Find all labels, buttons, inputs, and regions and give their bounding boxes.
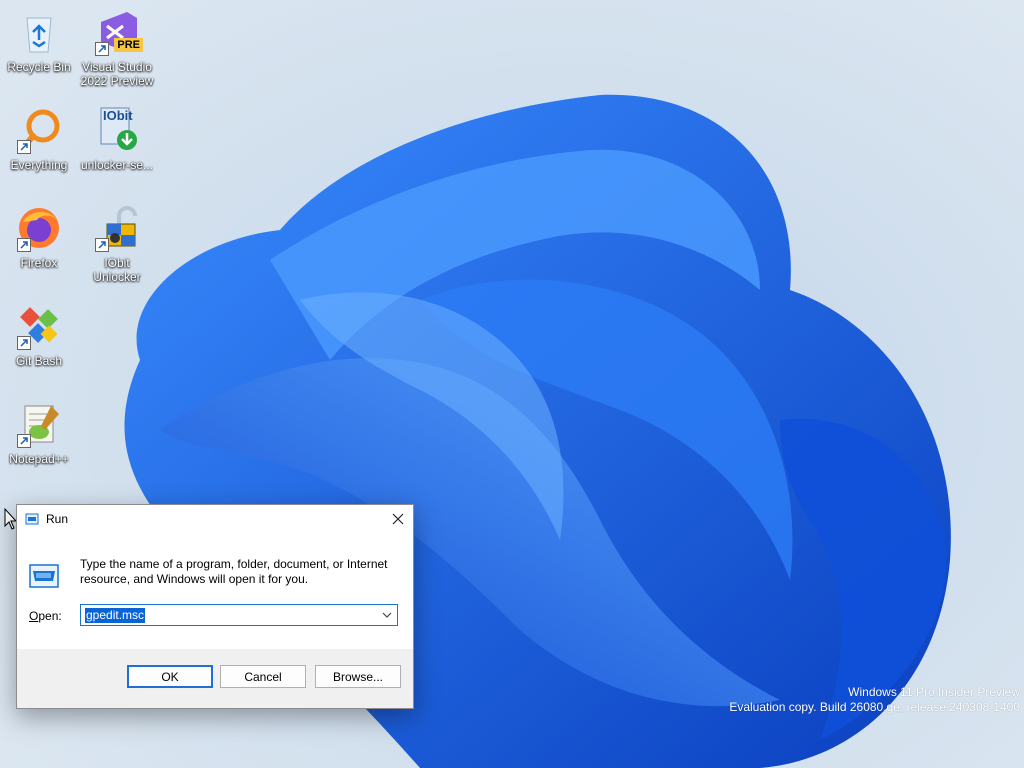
- ok-button[interactable]: OK: [127, 665, 213, 688]
- padlock-icon: [93, 204, 141, 252]
- open-combobox[interactable]: gpedit.msc: [80, 604, 398, 626]
- desktop-icon-label: unlocker-se...: [80, 158, 154, 172]
- visual-studio-icon: PRE: [93, 8, 143, 56]
- everything-search-icon: [15, 106, 63, 154]
- iobit-installer-icon: IObit: [93, 106, 141, 154]
- desktop-icon-visual-studio[interactable]: PRE Visual Studio 2022 Preview: [79, 8, 155, 88]
- browse-button[interactable]: Browse...: [315, 665, 401, 688]
- cancel-button[interactable]: Cancel: [220, 665, 306, 688]
- run-app-icon: [25, 513, 39, 525]
- shortcut-arrow-icon: [95, 238, 109, 252]
- shortcut-arrow-icon: [17, 238, 31, 252]
- desktop-icon-recycle-bin[interactable]: Recycle Bin: [1, 8, 77, 74]
- desktop-icon-git-bash[interactable]: Git Bash: [1, 302, 77, 368]
- desktop-icon-label: Notepad++: [9, 452, 69, 466]
- desktop-icon-everything[interactable]: Everything: [1, 106, 77, 172]
- watermark-line-2: Evaluation copy. Build 26080.ge_release.…: [729, 700, 1020, 714]
- shortcut-arrow-icon: [17, 140, 31, 154]
- open-label: Open:: [29, 609, 62, 623]
- desktop-icon-label: Recycle Bin: [7, 60, 71, 74]
- desktop-icon-firefox[interactable]: Firefox: [1, 204, 77, 270]
- git-bash-icon: [15, 302, 63, 350]
- firefox-icon: [15, 204, 63, 252]
- evaluation-watermark: Windows 11 Pro Insider Preview Evaluatio…: [729, 685, 1020, 715]
- open-input-value[interactable]: gpedit.msc: [85, 608, 146, 623]
- shortcut-arrow-icon: [95, 42, 109, 56]
- browse-button-label: Browse...: [332, 669, 383, 684]
- close-button[interactable]: [383, 505, 413, 533]
- title-bar[interactable]: Run: [17, 505, 413, 533]
- shortcut-arrow-icon: [17, 434, 31, 448]
- run-dialog: Run Type the name of a program, folder, …: [16, 504, 414, 709]
- desktop-icon-label: IObit Unlocker: [93, 256, 141, 284]
- pre-badge: PRE: [114, 38, 143, 52]
- dialog-title: Run: [46, 512, 69, 526]
- dialog-body: Type the name of a program, folder, docu…: [17, 533, 413, 649]
- desktop-icon-unlocker-setup[interactable]: IObit unlocker-se...: [79, 106, 155, 172]
- desktop-icon-label: Visual Studio 2022 Preview: [80, 60, 154, 88]
- open-label-rest: pen:: [38, 609, 62, 623]
- desktop-icon-label: Everything: [10, 158, 68, 172]
- watermark-line-1: Windows 11 Pro Insider Preview: [848, 685, 1020, 699]
- dialog-button-row: OK Cancel Browse...: [17, 649, 413, 707]
- close-icon: [392, 513, 404, 525]
- notepad-plus-plus-icon: [15, 400, 63, 448]
- desktop-icon-label: Firefox: [20, 256, 58, 270]
- open-label-accesskey: O: [29, 609, 39, 623]
- desktop-icon-iobit-unlocker[interactable]: IObit Unlocker: [79, 204, 155, 284]
- iobit-brand-text: IObit: [103, 108, 133, 123]
- shortcut-arrow-icon: [17, 336, 31, 350]
- instructions-text: Type the name of a program, folder, docu…: [80, 557, 388, 586]
- desktop-icon-label: Git Bash: [15, 354, 63, 368]
- recycle-bin-icon: [15, 8, 63, 56]
- desktop-icon-notepad-plus-plus[interactable]: Notepad++: [1, 400, 77, 466]
- chevron-down-icon[interactable]: [381, 609, 393, 621]
- run-app-icon-large: [29, 564, 59, 588]
